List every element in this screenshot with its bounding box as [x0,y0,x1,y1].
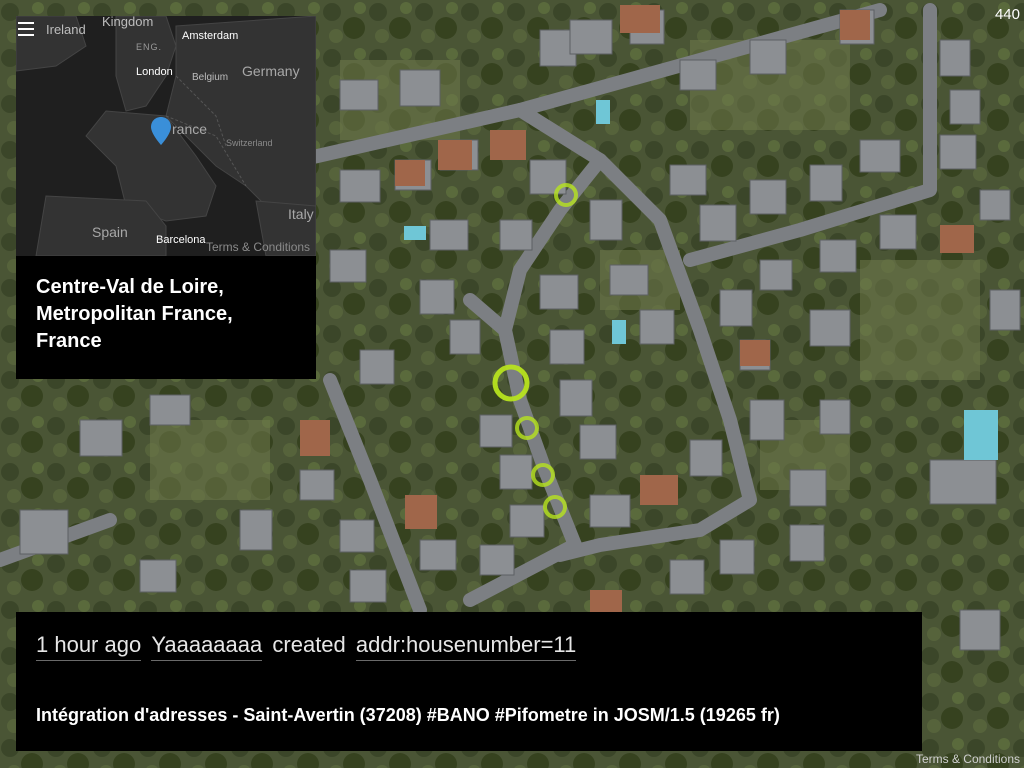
map-label-spain: Spain [92,224,128,240]
inset-terms-link[interactable]: Terms & Conditions [206,240,310,254]
edit-counter: 440 [994,6,1020,23]
event-user-link[interactable]: Yaaaaaaaa [151,632,263,661]
edit-marker[interactable] [515,416,539,440]
map-label-barcelona: Barcelona [156,234,206,246]
map-label-switzerland: Switzerland [226,138,273,148]
edit-marker[interactable] [492,364,530,402]
event-action: created [272,632,346,657]
map-label-france: rance [172,121,208,137]
map-label-kingdom: Kingdom [102,16,154,29]
map-label-amsterdam: Amsterdam [182,30,239,42]
event-summary: 1 hour ago Yaaaaaaaa created addr:housen… [36,632,580,661]
event-panel: 1 hour ago Yaaaaaaaa created addr:housen… [16,612,922,751]
event-time-link[interactable]: 1 hour ago [36,632,142,661]
event-tag-link[interactable]: addr:housenumber=11 [355,632,577,661]
location-marker-icon [151,117,171,145]
map-label-belgium: Belgium [192,72,229,83]
map-label-germany: Germany [242,63,300,79]
map-label-london: London [136,66,173,78]
overview-map[interactable]: Ireland Kingdom ENG. Amsterdam London Be… [16,16,316,256]
inset-panel: Ireland Kingdom ENG. Amsterdam London Be… [16,16,316,379]
map-label-ireland: Ireland [46,22,86,37]
menu-icon[interactable] [18,22,34,36]
edit-marker[interactable] [543,495,567,519]
map-terms-link[interactable]: Terms & Conditions [916,752,1020,766]
edit-marker[interactable] [531,463,555,487]
edit-marker[interactable] [554,183,578,207]
location-name: Centre-Val de Loire, Metropolitan France… [36,276,233,352]
changeset-comment: Intégration d'adresses - Saint-Avertin (… [36,705,780,725]
map-label-eng: ENG. [136,42,163,52]
map-label-italy: Italy [288,206,314,222]
map-view[interactable]: 440 Ireland Kingdom ENG. Amsterdam Londo… [0,0,1024,768]
